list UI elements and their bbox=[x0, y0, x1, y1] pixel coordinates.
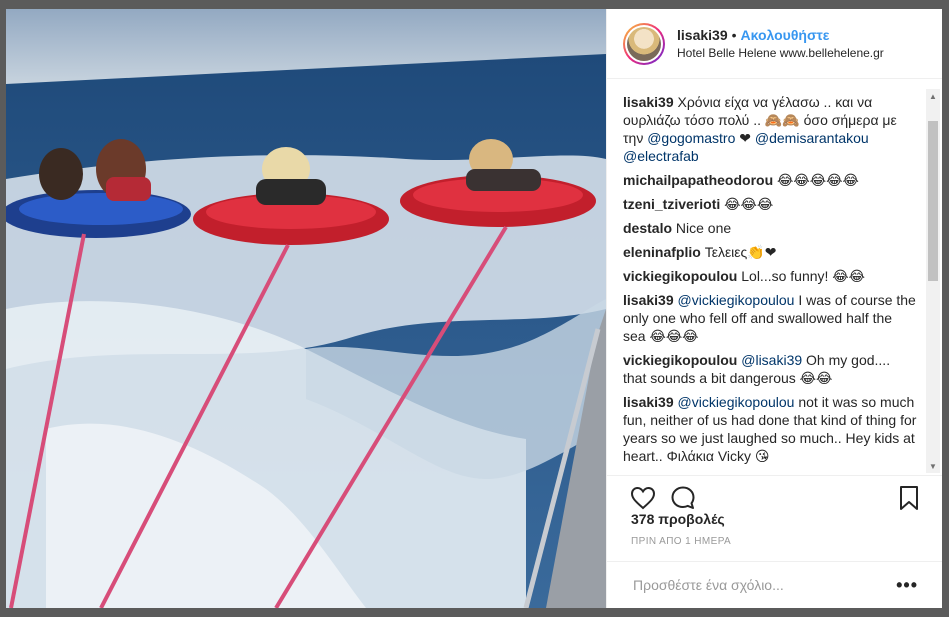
comment-item: tzeni_tziverioti 😂😂😂 bbox=[623, 195, 917, 213]
heart-outline-icon bbox=[630, 486, 656, 510]
mention-link[interactable]: @lisaki39 bbox=[741, 352, 802, 368]
post-modal: lisaki39 • Ακολουθήστε Hotel Belle Helene … bbox=[6, 9, 942, 608]
scroll-down-arrow-icon[interactable]: ▼ bbox=[926, 459, 940, 473]
scroll-up-arrow-icon[interactable]: ▲ bbox=[926, 89, 940, 103]
separator-dot: • bbox=[731, 27, 737, 43]
mention-link[interactable]: @vickiegikopoulou bbox=[678, 394, 795, 410]
comment-text: Lol...so funny! 😂😂 bbox=[741, 268, 866, 284]
comment-username[interactable]: lisaki39 bbox=[623, 394, 674, 410]
username-link[interactable]: lisaki39 bbox=[677, 27, 728, 43]
save-button[interactable] bbox=[895, 484, 923, 512]
comment-username[interactable]: tzeni_tziverioti bbox=[623, 196, 720, 212]
comment-text: 😂😂😂😂😂 bbox=[777, 172, 859, 188]
mention-link[interactable]: @vickiegikopoulou bbox=[678, 292, 795, 308]
speech-bubble-icon bbox=[671, 486, 695, 509]
comment-username[interactable]: destalo bbox=[623, 220, 672, 236]
comments-scrollbar[interactable]: ▲ ▼ bbox=[926, 89, 940, 473]
comment-text: 😂😂😂 bbox=[724, 196, 774, 212]
comment-item: lisaki39 Χρόνια είχα να γέλασω .. και να… bbox=[623, 93, 917, 165]
video-frame bbox=[6, 9, 606, 608]
mention-link[interactable]: @demisarantakou bbox=[755, 130, 869, 146]
more-options-icon[interactable]: ••• bbox=[896, 575, 918, 596]
action-bar bbox=[607, 475, 942, 515]
comment-text: Nice one bbox=[675, 220, 732, 236]
comment-username[interactable]: eleninafplio bbox=[623, 244, 701, 260]
header-title-line: lisaki39 • Ακολουθήστε bbox=[677, 27, 884, 43]
mention-link[interactable]: @electrafab bbox=[623, 148, 699, 164]
comment-item: destalo Nice one bbox=[623, 219, 917, 237]
avatar-ring bbox=[625, 24, 663, 63]
comment-input[interactable] bbox=[631, 576, 897, 594]
like-button[interactable] bbox=[629, 484, 657, 512]
follow-button[interactable]: Ακολουθήστε bbox=[741, 27, 830, 43]
avatar[interactable] bbox=[623, 22, 665, 65]
scroll-thumb[interactable] bbox=[928, 121, 938, 281]
post-timestamp[interactable]: ΠΡΙΝ ΑΠΟ 1 ΗΜΕΡΑ bbox=[631, 536, 731, 547]
comment-username[interactable]: michailpapatheodorou bbox=[623, 172, 773, 188]
comment-item: lisaki39 @vickiegikopoulou not it was so… bbox=[623, 393, 917, 465]
comment-item: vickiegikopoulou @lisaki39 Oh my god....… bbox=[623, 351, 917, 387]
comment-item: michailpapatheodorou 😂😂😂😂😂 bbox=[623, 171, 917, 189]
comment-text: ❤ bbox=[735, 130, 755, 146]
comment-username[interactable]: lisaki39 bbox=[623, 292, 674, 308]
bookmark-icon bbox=[900, 486, 918, 510]
comment-username[interactable]: vickiegikopoulou bbox=[623, 352, 737, 368]
location-link[interactable]: Hotel Belle Helene www.bellehelene.gr bbox=[677, 46, 884, 60]
comment-username[interactable]: lisaki39 bbox=[623, 94, 674, 110]
comment-username[interactable]: vickiegikopoulou bbox=[623, 268, 737, 284]
mention-link[interactable]: @gogomastro bbox=[647, 130, 735, 146]
add-comment-bar: ••• bbox=[607, 561, 942, 608]
post-video[interactable] bbox=[6, 9, 606, 608]
comments-list: lisaki39 Χρόνια είχα να γέλασω .. και να… bbox=[607, 93, 927, 469]
comment-item: vickiegikopoulou Lol...so funny! 😂😂 bbox=[623, 267, 917, 285]
post-header: lisaki39 • Ακολουθήστε Hotel Belle Helene … bbox=[607, 9, 942, 79]
comment-item: eleninafplio Τελειες👏❤ bbox=[623, 243, 917, 261]
header-text: lisaki39 • Ακολουθήστε Hotel Belle Helene … bbox=[677, 27, 884, 60]
comment-text: Τελειες👏❤ bbox=[704, 244, 777, 260]
view-count[interactable]: 378 προβολές bbox=[631, 511, 725, 527]
comment-button[interactable] bbox=[669, 484, 697, 512]
post-sidebar: lisaki39 • Ακολουθήστε Hotel Belle Helene … bbox=[606, 9, 942, 608]
comment-item: lisaki39 @vickiegikopoulou I was of cour… bbox=[623, 291, 917, 345]
avatar-image bbox=[627, 26, 661, 61]
